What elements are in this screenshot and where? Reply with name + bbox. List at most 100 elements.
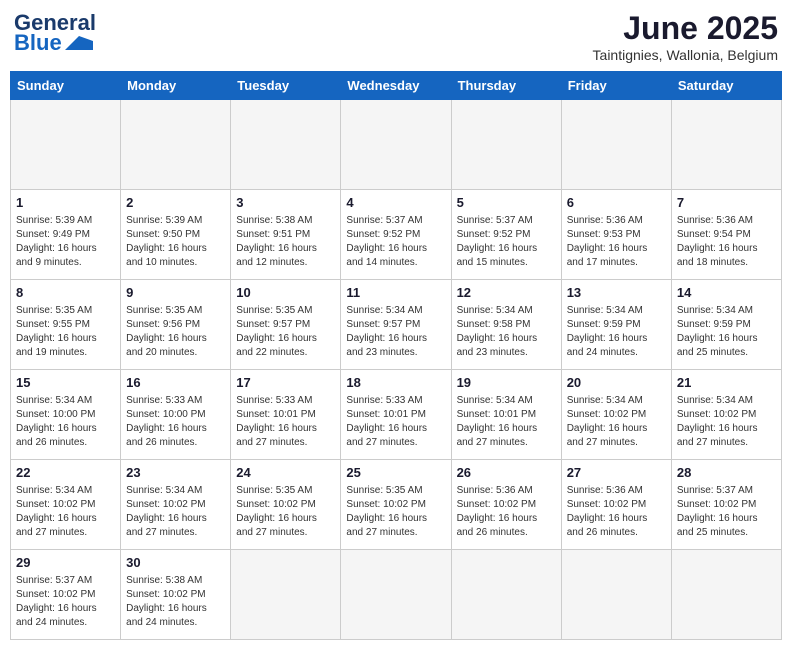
day-info: and 19 minutes. (16, 346, 115, 360)
day-info: Daylight: 16 hours (16, 602, 115, 616)
calendar-cell: 2Sunrise: 5:39 AMSunset: 9:50 PMDaylight… (121, 190, 231, 280)
day-info: Daylight: 16 hours (346, 422, 445, 436)
day-info: Sunset: 9:53 PM (567, 228, 666, 242)
day-number: 7 (677, 194, 776, 212)
day-info: Sunrise: 5:37 AM (346, 214, 445, 228)
day-info: Sunrise: 5:34 AM (677, 304, 776, 318)
day-info: Sunset: 9:52 PM (457, 228, 556, 242)
day-number: 9 (126, 284, 225, 302)
day-info: Sunset: 9:49 PM (16, 228, 115, 242)
day-info: Sunset: 9:52 PM (346, 228, 445, 242)
day-info: and 26 minutes. (457, 526, 556, 540)
calendar-cell: 6Sunrise: 5:36 AMSunset: 9:53 PMDaylight… (561, 190, 671, 280)
day-info: Sunrise: 5:35 AM (236, 484, 335, 498)
week-row-1: 1Sunrise: 5:39 AMSunset: 9:49 PMDaylight… (11, 190, 782, 280)
day-info: Daylight: 16 hours (126, 242, 225, 256)
day-number: 16 (126, 374, 225, 392)
day-info: Sunset: 10:02 PM (126, 588, 225, 602)
calendar-cell: 18Sunrise: 5:33 AMSunset: 10:01 PMDaylig… (341, 370, 451, 460)
day-info: Daylight: 16 hours (677, 512, 776, 526)
day-number: 19 (457, 374, 556, 392)
day-info: Sunrise: 5:36 AM (567, 214, 666, 228)
day-info: Sunset: 9:54 PM (677, 228, 776, 242)
day-info: and 25 minutes. (677, 526, 776, 540)
calendar-cell: 22Sunrise: 5:34 AMSunset: 10:02 PMDaylig… (11, 460, 121, 550)
day-number: 12 (457, 284, 556, 302)
day-info: and 17 minutes. (567, 256, 666, 270)
calendar-cell: 8Sunrise: 5:35 AMSunset: 9:55 PMDaylight… (11, 280, 121, 370)
calendar-cell: 29Sunrise: 5:37 AMSunset: 10:02 PMDaylig… (11, 550, 121, 640)
day-info: and 9 minutes. (16, 256, 115, 270)
day-info: Daylight: 16 hours (457, 512, 556, 526)
day-info: Sunrise: 5:34 AM (346, 304, 445, 318)
day-info: Daylight: 16 hours (457, 332, 556, 346)
day-info: and 27 minutes. (236, 526, 335, 540)
logo: General Blue (14, 10, 96, 56)
day-info: Sunset: 9:57 PM (346, 318, 445, 332)
calendar-cell: 13Sunrise: 5:34 AMSunset: 9:59 PMDayligh… (561, 280, 671, 370)
day-info: Sunset: 9:59 PM (677, 318, 776, 332)
day-number: 21 (677, 374, 776, 392)
day-number: 13 (567, 284, 666, 302)
day-info: Daylight: 16 hours (567, 512, 666, 526)
calendar-cell: 17Sunrise: 5:33 AMSunset: 10:01 PMDaylig… (231, 370, 341, 460)
day-info: and 27 minutes. (677, 436, 776, 450)
col-header-tuesday: Tuesday (231, 72, 341, 100)
day-info: Sunset: 10:02 PM (346, 498, 445, 512)
week-row-5: 29Sunrise: 5:37 AMSunset: 10:02 PMDaylig… (11, 550, 782, 640)
day-info: Daylight: 16 hours (126, 422, 225, 436)
day-info: Sunset: 9:59 PM (567, 318, 666, 332)
day-number: 5 (457, 194, 556, 212)
logo-blue-text: Blue (14, 30, 62, 56)
day-info: and 12 minutes. (236, 256, 335, 270)
day-info: Sunrise: 5:33 AM (126, 394, 225, 408)
calendar-cell: 15Sunrise: 5:34 AMSunset: 10:00 PMDaylig… (11, 370, 121, 460)
calendar-cell: 10Sunrise: 5:35 AMSunset: 9:57 PMDayligh… (231, 280, 341, 370)
day-info: Daylight: 16 hours (236, 242, 335, 256)
day-info: Daylight: 16 hours (16, 422, 115, 436)
day-info: Sunset: 10:01 PM (457, 408, 556, 422)
day-info: Sunset: 10:02 PM (236, 498, 335, 512)
day-info: Sunset: 9:57 PM (236, 318, 335, 332)
day-info: Daylight: 16 hours (236, 422, 335, 436)
day-info: Daylight: 16 hours (677, 242, 776, 256)
calendar-cell (451, 550, 561, 640)
calendar-cell: 21Sunrise: 5:34 AMSunset: 10:02 PMDaylig… (671, 370, 781, 460)
day-info: and 18 minutes. (677, 256, 776, 270)
day-number: 8 (16, 284, 115, 302)
calendar-cell: 5Sunrise: 5:37 AMSunset: 9:52 PMDaylight… (451, 190, 561, 280)
day-info: Sunset: 10:02 PM (16, 588, 115, 602)
day-info: Daylight: 16 hours (236, 512, 335, 526)
day-info: Daylight: 16 hours (567, 332, 666, 346)
day-info: and 14 minutes. (346, 256, 445, 270)
day-info: Sunset: 9:50 PM (126, 228, 225, 242)
calendar-cell: 4Sunrise: 5:37 AMSunset: 9:52 PMDaylight… (341, 190, 451, 280)
day-info: and 23 minutes. (346, 346, 445, 360)
day-info: and 22 minutes. (236, 346, 335, 360)
day-info: and 27 minutes. (16, 526, 115, 540)
calendar-cell (341, 550, 451, 640)
calendar-cell (121, 100, 231, 190)
day-info: Sunrise: 5:34 AM (16, 484, 115, 498)
calendar-cell: 20Sunrise: 5:34 AMSunset: 10:02 PMDaylig… (561, 370, 671, 460)
day-info: Daylight: 16 hours (677, 422, 776, 436)
day-info: Daylight: 16 hours (16, 512, 115, 526)
calendar-cell (11, 100, 121, 190)
day-info: Daylight: 16 hours (126, 512, 225, 526)
day-number: 24 (236, 464, 335, 482)
day-info: and 27 minutes. (567, 436, 666, 450)
calendar-cell (451, 100, 561, 190)
week-row-2: 8Sunrise: 5:35 AMSunset: 9:55 PMDaylight… (11, 280, 782, 370)
day-number: 25 (346, 464, 445, 482)
day-info: Sunset: 9:56 PM (126, 318, 225, 332)
day-info: Sunset: 9:51 PM (236, 228, 335, 242)
day-info: Sunset: 10:02 PM (16, 498, 115, 512)
calendar-cell: 28Sunrise: 5:37 AMSunset: 10:02 PMDaylig… (671, 460, 781, 550)
day-info: Daylight: 16 hours (567, 242, 666, 256)
day-info: Daylight: 16 hours (346, 512, 445, 526)
day-info: Daylight: 16 hours (16, 332, 115, 346)
calendar-cell: 27Sunrise: 5:36 AMSunset: 10:02 PMDaylig… (561, 460, 671, 550)
day-number: 29 (16, 554, 115, 572)
day-info: Sunrise: 5:35 AM (126, 304, 225, 318)
calendar-cell: 3Sunrise: 5:38 AMSunset: 9:51 PMDaylight… (231, 190, 341, 280)
